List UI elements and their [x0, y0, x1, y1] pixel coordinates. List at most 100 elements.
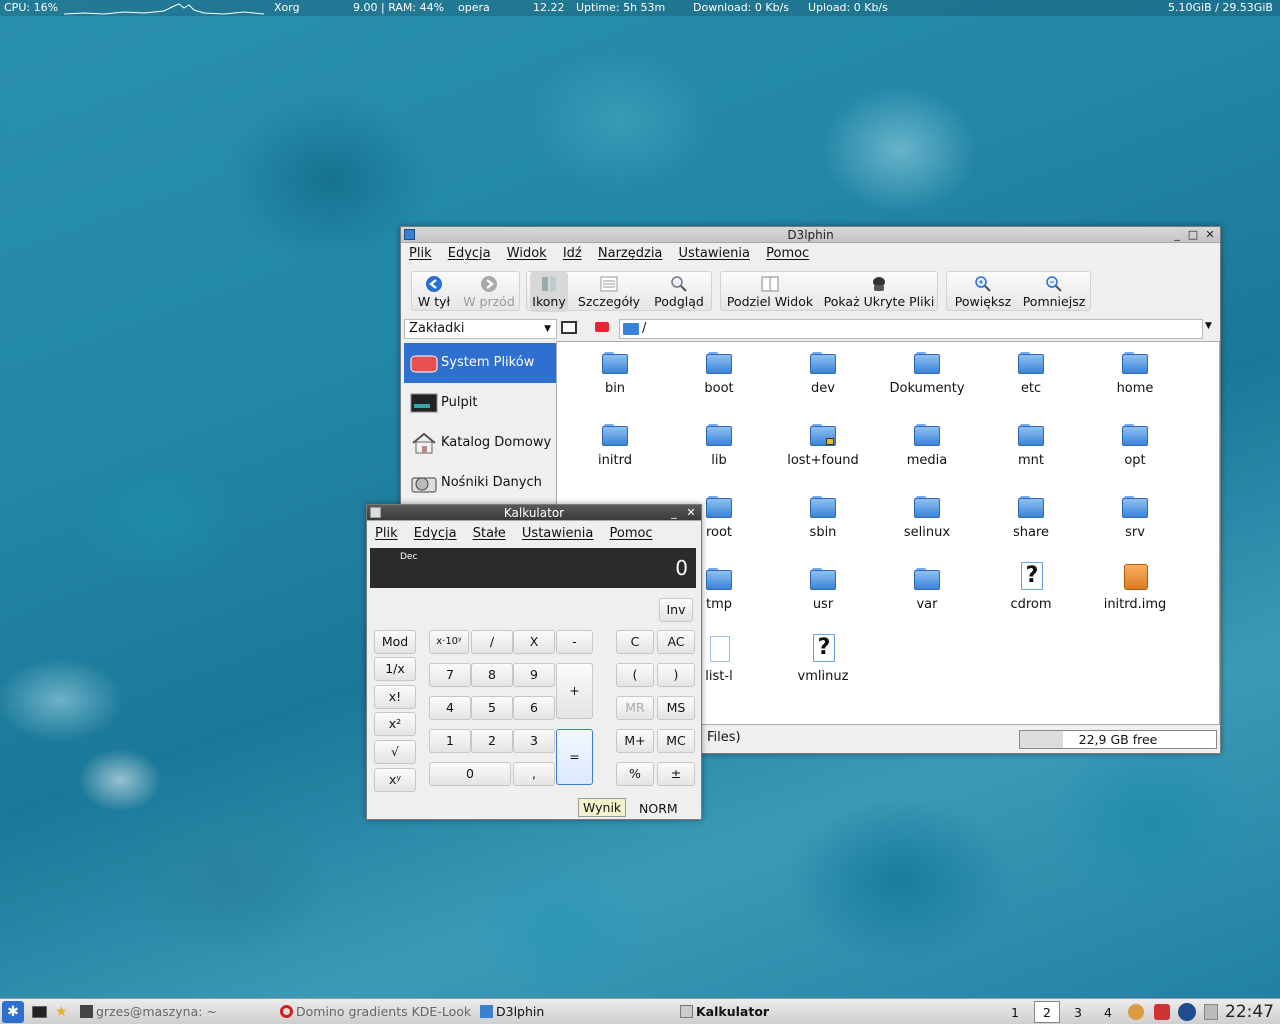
place-pulpit[interactable]: Pulpit — [404, 383, 557, 423]
show-hidden-button[interactable]: Pokaż Ukryte Pliki — [821, 272, 937, 312]
dolphin-window-icon[interactable] — [404, 229, 415, 240]
globe-tray-icon[interactable] — [1178, 1003, 1196, 1021]
divide-button[interactable]: / — [471, 630, 513, 654]
minimize-icon[interactable]: _ — [667, 505, 681, 521]
square-button[interactable]: x² — [374, 712, 416, 736]
close-icon[interactable]: ✕ — [684, 505, 698, 521]
plus-minus-button[interactable]: ± — [657, 762, 695, 786]
calculator-titlebar[interactable]: Kalkulator _ ✕ — [367, 505, 701, 521]
forward-button[interactable]: W przód — [460, 272, 518, 312]
split-view-button[interactable]: Podziel Widok — [724, 272, 816, 312]
kde-menu-icon[interactable]: ✱ — [2, 1001, 24, 1023]
sqrt-button[interactable]: √ — [374, 740, 416, 764]
preview-button[interactable]: Podgląd — [649, 272, 709, 312]
file-item[interactable]: etc — [983, 352, 1079, 396]
subtract-button[interactable]: - — [556, 630, 593, 654]
file-item[interactable]: Dokumenty — [879, 352, 975, 396]
place-system-plikow[interactable]: System Plików — [404, 343, 557, 383]
file-item[interactable]: initrd.img — [1087, 564, 1183, 612]
task-calculator[interactable]: Kalkulator — [678, 999, 998, 1024]
back-button[interactable]: W tył — [414, 272, 454, 312]
calc-menu-ustawienia[interactable]: Ustawienia — [516, 521, 599, 547]
calc-menu-edycja[interactable]: Edycja — [408, 521, 463, 547]
place-nosniki-danych[interactable]: Nośniki Danych — [404, 463, 557, 503]
digit-2-button[interactable]: 2 — [471, 729, 513, 753]
menu-ustawienia[interactable]: Ustawienia — [673, 243, 756, 265]
open-paren-button[interactable]: ( — [616, 663, 654, 687]
bookmark-red-icon[interactable] — [595, 322, 609, 332]
task-browser[interactable]: Domino gradients KDE-Look — [278, 999, 474, 1024]
file-item[interactable]: selinux — [879, 496, 975, 540]
icons-view-button[interactable]: Ikony — [530, 272, 568, 312]
desktop-3[interactable]: 3 — [1065, 1001, 1091, 1023]
multiply-button[interactable]: X — [513, 630, 555, 654]
panel-toggle-icon[interactable] — [561, 321, 577, 334]
file-item[interactable]: share — [983, 496, 1079, 540]
star-launcher-icon[interactable]: ★ — [55, 999, 68, 1024]
file-item[interactable]: media — [879, 424, 975, 468]
menu-widok[interactable]: Widok — [501, 243, 553, 265]
path-dropdown-icon[interactable]: ▼ — [1205, 321, 1212, 331]
menu-narzedzia[interactable]: Narzędzia — [592, 243, 669, 265]
file-item[interactable]: initrd — [567, 424, 663, 468]
reciprocal-button[interactable]: 1/x — [374, 657, 416, 681]
file-item[interactable]: srv — [1087, 496, 1183, 540]
place-katalog-domowy[interactable]: Katalog Domowy — [404, 423, 557, 463]
add-button[interactable]: + — [556, 663, 593, 719]
network-tray-icon[interactable] — [1154, 1004, 1170, 1020]
power-button[interactable]: xʸ — [374, 768, 416, 792]
calculator-window-icon[interactable] — [370, 507, 381, 518]
klipper-tray-icon[interactable] — [1204, 1004, 1218, 1020]
file-item[interactable]: var — [879, 568, 975, 612]
close-paren-button[interactable]: ) — [657, 663, 695, 687]
task-dolphin[interactable]: D3lphin — [478, 999, 674, 1024]
path-input[interactable]: / — [619, 319, 1203, 339]
inv-button[interactable]: Inv — [659, 598, 693, 622]
digit-7-button[interactable]: 7 — [429, 663, 471, 687]
maximize-icon[interactable]: □ — [1186, 227, 1200, 243]
clear-button[interactable]: C — [616, 630, 654, 654]
percent-button[interactable]: % — [616, 762, 654, 786]
close-icon[interactable]: ✕ — [1203, 227, 1217, 243]
desktop-4[interactable]: 4 — [1095, 1001, 1121, 1023]
file-item[interactable]: lost+found — [775, 424, 871, 468]
all-clear-button[interactable]: AC — [657, 630, 695, 654]
file-item[interactable]: ? cdrom — [983, 562, 1079, 612]
digit-9-button[interactable]: 9 — [513, 663, 555, 687]
file-item[interactable]: opt — [1087, 424, 1183, 468]
clock[interactable]: 22:47 — [1225, 999, 1274, 1024]
digit-4-button[interactable]: 4 — [429, 696, 471, 720]
calc-menu-stale[interactable]: Stałe — [467, 521, 512, 547]
decimal-button[interactable]: , — [513, 762, 555, 786]
digit-8-button[interactable]: 8 — [471, 663, 513, 687]
details-view-button[interactable]: Szczegóły — [573, 272, 645, 312]
file-item[interactable]: sbin — [775, 496, 871, 540]
memory-clear-button[interactable]: MC — [657, 729, 695, 753]
file-item[interactable]: dev — [775, 352, 871, 396]
exp-button[interactable]: x·10ʸ — [429, 630, 469, 654]
digit-0-button[interactable]: 0 — [429, 762, 511, 786]
file-item[interactable]: bin — [567, 352, 663, 396]
calc-menu-pomoc[interactable]: Pomoc — [603, 521, 658, 547]
memory-recall-button[interactable]: MR — [616, 696, 654, 720]
menu-plik[interactable]: Plik — [403, 243, 438, 265]
minimize-icon[interactable]: _ — [1170, 227, 1184, 243]
zoom-in-button[interactable]: Powiększ — [950, 272, 1016, 312]
digit-5-button[interactable]: 5 — [471, 696, 513, 720]
desktop-2[interactable]: 2 — [1034, 1001, 1060, 1023]
file-item[interactable]: ? vmlinuz — [775, 634, 871, 684]
memory-add-button[interactable]: M+ — [616, 729, 654, 753]
digit-3-button[interactable]: 3 — [513, 729, 555, 753]
file-item[interactable]: lib — [671, 424, 767, 468]
equals-button[interactable]: = — [556, 729, 593, 785]
calc-menu-plik[interactable]: Plik — [369, 521, 404, 547]
file-item[interactable]: mnt — [983, 424, 1079, 468]
digit-1-button[interactable]: 1 — [429, 729, 471, 753]
memory-store-button[interactable]: MS — [657, 696, 695, 720]
bookmarks-combo[interactable]: Zakładki ▼ — [404, 319, 557, 339]
file-item[interactable]: usr — [775, 568, 871, 612]
dolphin-titlebar[interactable]: D3lphin _ □ ✕ — [401, 227, 1220, 243]
zoom-out-button[interactable]: Pomniejsz — [1019, 272, 1089, 312]
menu-edycja[interactable]: Edycja — [442, 243, 497, 265]
menu-pomoc[interactable]: Pomoc — [760, 243, 815, 265]
